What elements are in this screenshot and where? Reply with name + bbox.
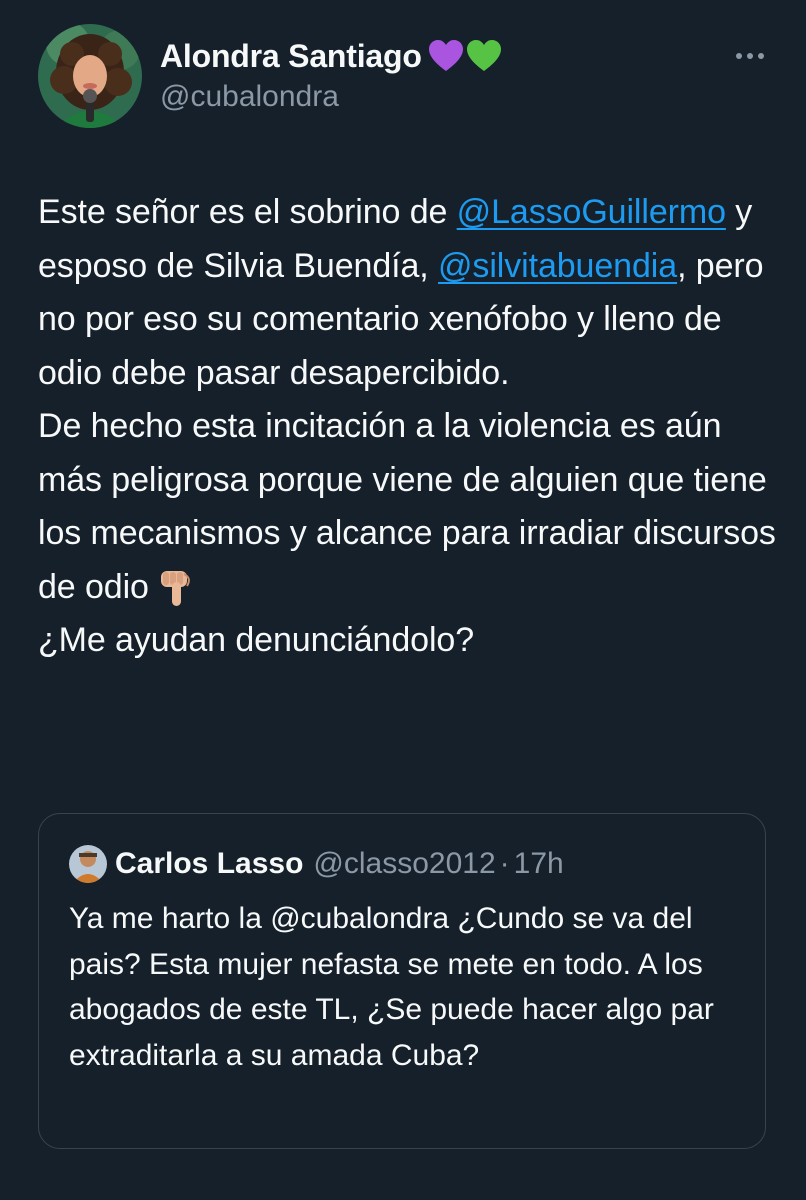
mention-link-lassoguillermo[interactable]: @LassoGuillermo bbox=[457, 193, 726, 231]
author-display-name[interactable]: Alondra Santiago bbox=[160, 38, 422, 75]
display-name-row: Alondra Santiago bbox=[160, 34, 502, 78]
purple-heart-icon bbox=[428, 39, 464, 73]
quoted-tweet-text: Ya me harto la @cubalondra ¿Cundo se va … bbox=[69, 902, 714, 1072]
quoted-tweet-timestamp[interactable]: 17h bbox=[514, 847, 564, 881]
more-options-button[interactable] bbox=[730, 40, 770, 72]
more-horizontal-icon bbox=[736, 53, 764, 59]
tweet-text-segment: Este señor es el sobrino de bbox=[38, 193, 457, 231]
pointing-down-hand-icon bbox=[158, 568, 194, 608]
separator-dot: · bbox=[499, 847, 510, 880]
tweet-paragraph-3: ¿Me ayudan denunciándolo? bbox=[38, 621, 475, 659]
tweet-paragraph-2: De hecho esta incitación a la violencia … bbox=[38, 400, 778, 614]
quoted-author-avatar[interactable] bbox=[69, 845, 107, 883]
author-avatar[interactable] bbox=[38, 24, 142, 128]
author-handle[interactable]: @cubalondra bbox=[160, 80, 502, 114]
green-heart-icon bbox=[466, 39, 502, 73]
tweet-text-segment: De hecho esta incitación a la violencia … bbox=[38, 407, 776, 606]
tweet-paragraph-1: Este señor es el sobrino de @LassoGuille… bbox=[38, 186, 778, 400]
tweet: Alondra Santiago @cubalondra Este señor … bbox=[0, 0, 806, 1200]
quoted-author-handle[interactable]: @classo2012 bbox=[313, 847, 495, 881]
quoted-author-display-name[interactable]: Carlos Lasso bbox=[115, 847, 303, 881]
author-info: Alondra Santiago @cubalondra bbox=[160, 34, 502, 114]
quoted-tweet-header: Carlos Lasso @classo2012 · 17h bbox=[69, 844, 564, 884]
mention-link-silvitabuendia[interactable]: @silvitabuendia bbox=[438, 247, 677, 285]
tweet-body: Este señor es el sobrino de @LassoGuille… bbox=[38, 186, 778, 668]
quoted-tweet-card[interactable]: Carlos Lasso @classo2012 · 17h Ya me har… bbox=[38, 813, 766, 1149]
